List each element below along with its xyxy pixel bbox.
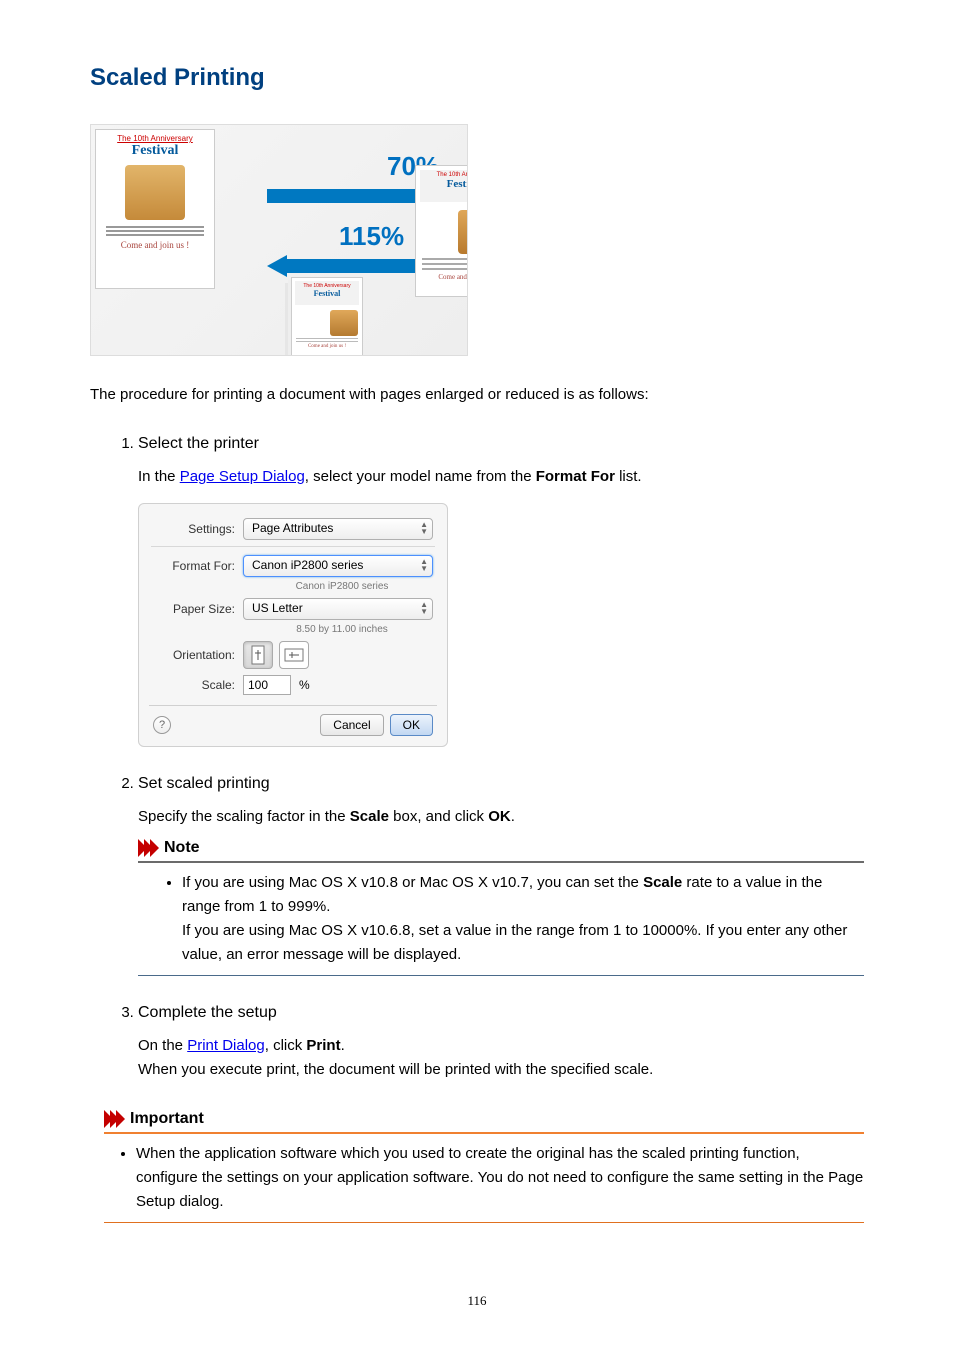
important-item: When the application software which you … bbox=[136, 1142, 864, 1214]
help-button[interactable]: ? bbox=[153, 716, 171, 734]
format-for-label: Format For bbox=[536, 468, 615, 485]
step3-line2: When you execute print, the document wil… bbox=[138, 1058, 864, 1082]
note-item: If you are using Mac OS X v10.8 or Mac O… bbox=[182, 871, 864, 967]
page-setup-dialog: Settings: Page Attributes▲▼ Format For: … bbox=[138, 503, 448, 747]
illus-foot: Come and join us ! bbox=[100, 240, 210, 250]
important-title: Important bbox=[130, 1110, 204, 1128]
print-dialog-link[interactable]: Print Dialog bbox=[187, 1037, 265, 1054]
page-title: Scaled Printing bbox=[90, 64, 864, 92]
chevrons-icon bbox=[104, 1110, 122, 1128]
note-block: Note If you are using Mac OS X v10.8 or … bbox=[138, 839, 864, 976]
scale-input[interactable]: 100 bbox=[243, 675, 291, 695]
formatfor-sub: Canon iP2800 series bbox=[251, 581, 433, 592]
illus-fest: Festival bbox=[100, 143, 210, 159]
note-line2: If you are using Mac OS X v10.6.8, set a… bbox=[182, 919, 864, 967]
step3-body: On the Print Dialog, click Print. When y… bbox=[138, 1034, 864, 1082]
scale-unit: % bbox=[299, 678, 310, 692]
settings-select[interactable]: Page Attributes▲▼ bbox=[243, 518, 433, 540]
orientation-label: Orientation: bbox=[153, 648, 243, 662]
step3-title: Complete the setup bbox=[138, 1004, 864, 1022]
orientation-landscape[interactable] bbox=[279, 641, 309, 669]
chevrons-icon bbox=[138, 839, 156, 857]
settings-label: Settings: bbox=[153, 522, 243, 536]
note-title: Note bbox=[164, 839, 200, 857]
scaling-illustration: The 10th Anniversary Festival Come and j… bbox=[90, 124, 468, 356]
percent-115: 115% bbox=[339, 221, 404, 252]
papersize-label: Paper Size: bbox=[153, 602, 243, 616]
ok-button[interactable]: OK bbox=[390, 714, 433, 736]
formatfor-select[interactable]: Canon iP2800 series▲▼ bbox=[243, 555, 433, 577]
step2-body: Specify the scaling factor in the Scale … bbox=[138, 805, 864, 829]
step1-title: Select the printer bbox=[138, 435, 864, 453]
important-block: Important When the application software … bbox=[104, 1110, 864, 1223]
intro-text: The procedure for printing a document wi… bbox=[90, 384, 864, 407]
papersize-sub: 8.50 by 11.00 inches bbox=[251, 624, 433, 635]
scale-label: Scale: bbox=[153, 678, 243, 692]
orientation-portrait[interactable] bbox=[243, 641, 273, 669]
page-number: 116 bbox=[90, 1293, 864, 1309]
step2-title: Set scaled printing bbox=[138, 775, 864, 793]
cancel-button[interactable]: Cancel bbox=[320, 714, 383, 736]
formatfor-label: Format For: bbox=[153, 559, 243, 573]
step1-body: In the Page Setup Dialog, select your mo… bbox=[138, 465, 864, 489]
papersize-select[interactable]: US Letter▲▼ bbox=[243, 598, 433, 620]
illus-header: The 10th Anniversary bbox=[100, 134, 210, 143]
page-setup-dialog-link[interactable]: Page Setup Dialog bbox=[180, 468, 305, 485]
